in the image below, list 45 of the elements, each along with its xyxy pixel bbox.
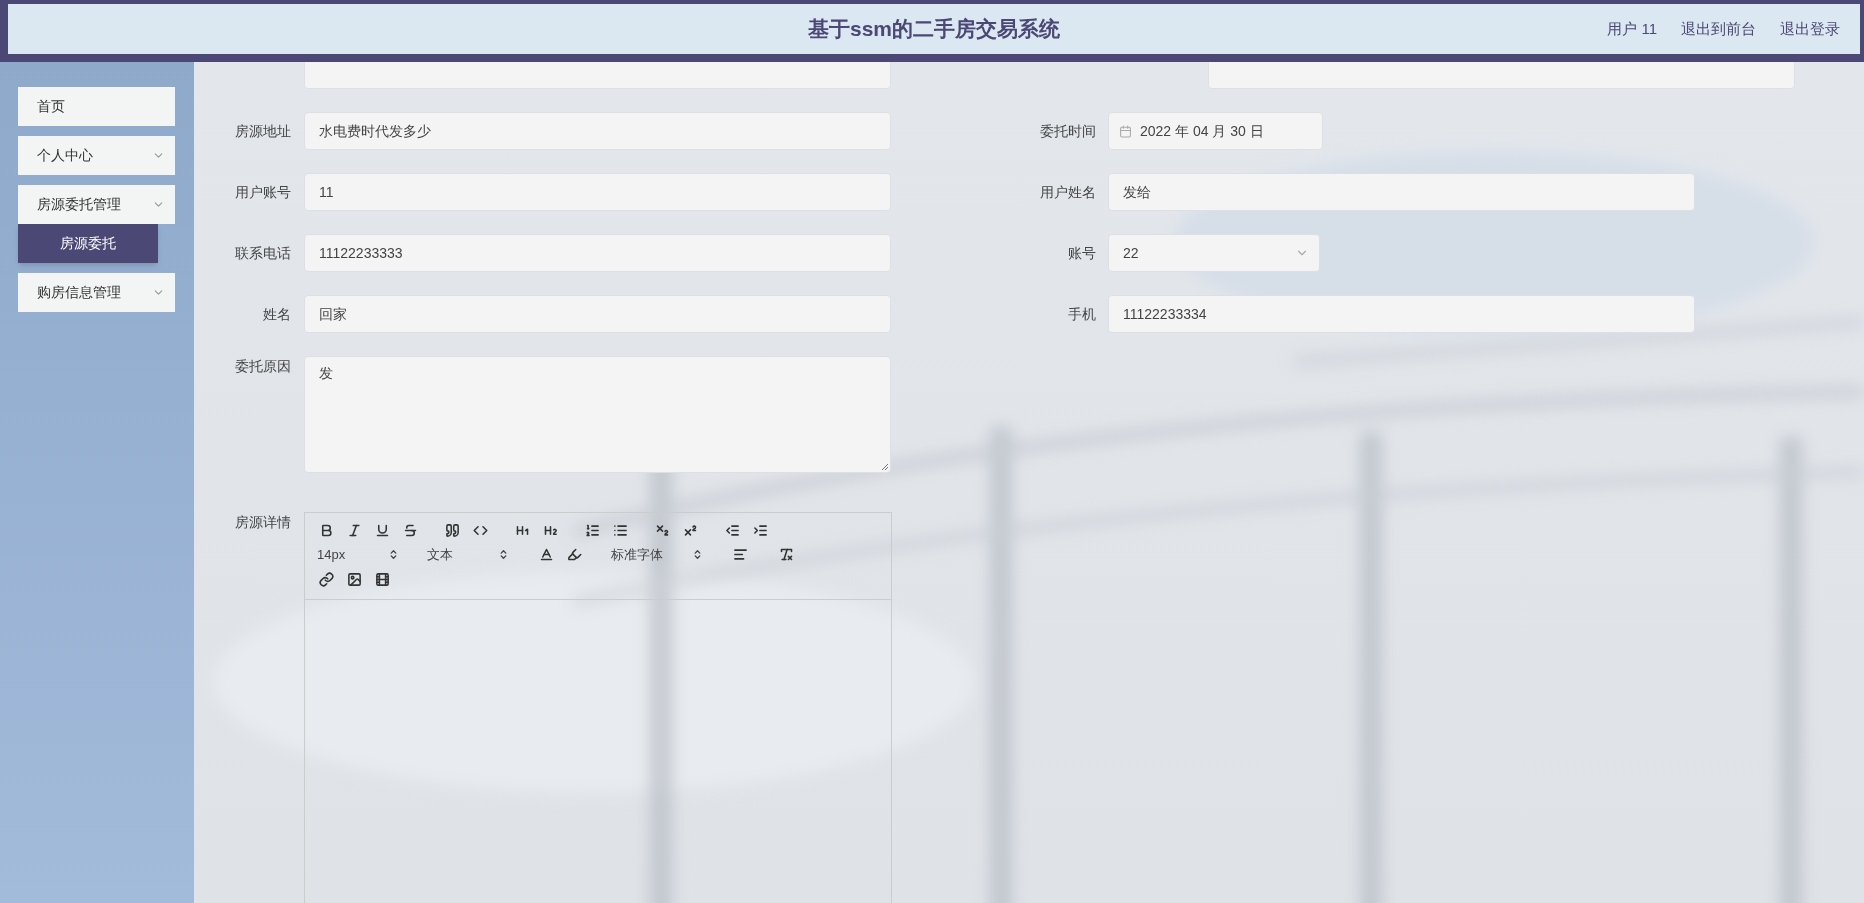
select-field[interactable]: 22	[1108, 234, 1320, 272]
input-field[interactable]: 水电费时代发多少	[304, 112, 891, 150]
up-down-icon	[692, 549, 703, 561]
video-icon[interactable]	[373, 570, 391, 589]
textarea-field[interactable]: 发	[304, 356, 891, 473]
field-label: 联系电话	[235, 243, 291, 263]
sidebar-menu[interactable]: 购房信息管理	[18, 273, 175, 312]
quote-icon[interactable]	[443, 521, 461, 539]
field-label: 委托原因	[235, 357, 291, 376]
date-value: 2022 年 04 月 30 日	[1140, 121, 1264, 141]
header-link[interactable]: 退出登录	[1780, 17, 1840, 41]
field-label: 房源详情	[235, 513, 291, 532]
header-link[interactable]: 退出到前台	[1681, 17, 1756, 41]
image-icon[interactable]	[345, 570, 363, 589]
field-label: 用户姓名	[1040, 182, 1096, 202]
toolbar-select[interactable]: 文本	[427, 545, 509, 565]
rich-text-editor[interactable]: 14px 文本 标准字体	[304, 512, 892, 903]
toolbar-select[interactable]: 标准字体	[611, 545, 703, 565]
calendar-icon	[1119, 124, 1132, 138]
app-title: 基于ssm的二手房交易系统	[808, 16, 1060, 43]
header-link[interactable]: 用户 11	[1607, 17, 1657, 41]
link-icon[interactable]	[317, 570, 335, 589]
input-field[interactable]: 11	[304, 173, 891, 211]
input-field[interactable]: 回家	[304, 295, 891, 333]
input-field[interactable]	[1208, 62, 1795, 89]
sidebar-menu[interactable]: 个人中心	[18, 136, 175, 175]
up-down-icon	[388, 549, 399, 561]
input-field[interactable]: 发给	[1108, 173, 1695, 211]
field-label: 委托时间	[1040, 121, 1096, 141]
field-label: 用户账号	[235, 182, 291, 202]
sidebar-menu[interactable]: 房源委托管理	[18, 185, 175, 224]
input-field[interactable]: 11122233333	[304, 234, 891, 272]
sidebar-subitem[interactable]: 房源委托	[18, 224, 158, 263]
field-label: 账号	[1068, 243, 1096, 263]
field-label: 姓名	[263, 304, 291, 324]
select-value: 22	[1123, 243, 1139, 263]
field-label: 手机	[1068, 304, 1096, 324]
input-field[interactable]: 11122233334	[1108, 295, 1695, 333]
input-field[interactable]	[304, 62, 891, 89]
field-label: 房源地址	[235, 121, 291, 141]
resize-handle-icon	[881, 463, 889, 471]
up-down-icon	[498, 549, 509, 561]
sidebar-item[interactable]: 首页	[18, 87, 175, 126]
date-field[interactable]: 2022 年 04 月 30 日	[1108, 112, 1323, 150]
toolbar-select[interactable]: 14px	[317, 545, 399, 565]
